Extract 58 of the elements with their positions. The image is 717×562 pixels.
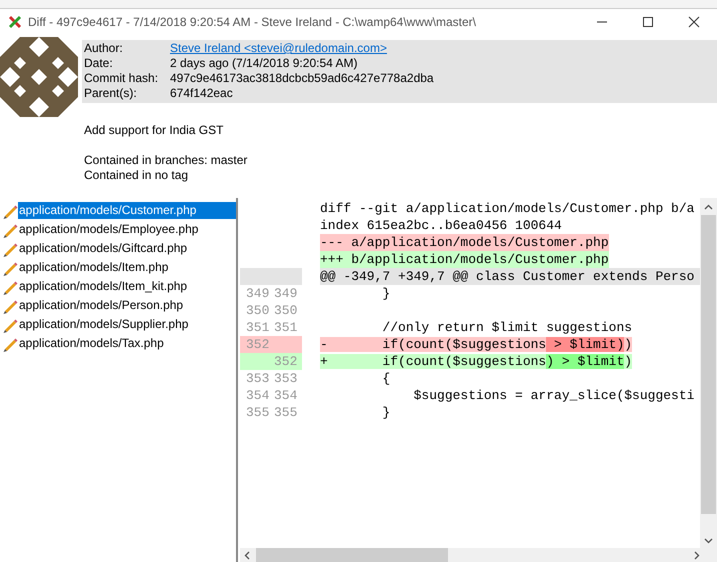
line-number: 354 (246, 387, 270, 404)
line-number: 349 (274, 285, 298, 302)
line-number: 350 (246, 302, 270, 319)
code-line: } (381, 285, 390, 302)
field-label: Author: (84, 41, 124, 56)
field-value: 2 days ago (7/14/2018 9:20:54 AM) (170, 56, 358, 71)
pencil-icon (2, 278, 18, 294)
file-item[interactable]: application/models/Supplier.php (18, 316, 190, 333)
code-line: - if(count($suggestions > $limit)) (320, 336, 632, 353)
file-item[interactable]: application/models/Giftcard.php (18, 240, 190, 257)
file-item[interactable]: application/models/Customer.php (18, 202, 236, 219)
pencil-icon (2, 202, 18, 218)
code-line: //only return $limit suggestions (381, 319, 632, 336)
field-value: 674f142eac (170, 86, 234, 101)
line-number: 354 (274, 387, 298, 404)
field-value: 497c9e46173ac3818dcbcb59ad6c427e778a2dba (170, 71, 435, 86)
line-number: 351 (274, 319, 298, 336)
window-title: Diff - 497c9e4617 - 7/14/2018 9:20:54 AM - Steve Ireland - C:\wamp64\www\master\ (28, 14, 476, 28)
app-icon (8, 14, 22, 28)
pencil-icon (2, 298, 18, 314)
line-number: 350 (274, 302, 298, 319)
pencil-icon (2, 316, 18, 332)
line-number: 355 (274, 404, 298, 421)
code-line: @@ -349,7 +349,7 @@ class Customer extends Perso (320, 268, 694, 285)
code-line: } (381, 404, 390, 421)
file-item[interactable]: application/models/Person.php (18, 297, 186, 314)
field-label: Commit hash: (84, 71, 160, 86)
code-line: index 615ea2bc..b6ea0456 100644 (320, 217, 562, 234)
file-item[interactable]: application/models/Employee.php (18, 221, 200, 238)
vertical-scrollbar[interactable] (700, 198, 717, 548)
code-line: + if(count($suggestions) > $limit) (320, 353, 632, 370)
field-label: Date: (84, 56, 114, 71)
line-number: 352 (274, 353, 298, 370)
branches-text: Contained in branches: master (84, 153, 248, 168)
author-link[interactable]: Steve Ireland <stevei@ruledomain.com> (170, 41, 717, 56)
file-item[interactable]: application/models/Tax.php (18, 335, 166, 352)
commit-message: Add support for India GST (84, 123, 224, 138)
line-number: 352 (246, 336, 270, 353)
code-line: diff --git a/application/models/Customer.php b/a (320, 200, 694, 217)
maximize-icon[interactable] (642, 16, 654, 28)
line-number: 355 (246, 404, 270, 421)
line-number: 353 (246, 370, 270, 387)
pencil-icon (2, 240, 18, 256)
line-number: 349 (246, 285, 270, 302)
pencil-icon (2, 336, 18, 352)
code-line: $suggestions = array_slice($suggesti (412, 387, 694, 404)
pencil-icon (2, 260, 18, 276)
pencil-icon (2, 222, 18, 238)
horizontal-scrollbar[interactable] (240, 548, 717, 562)
field-label: Parent(s): (84, 86, 138, 101)
file-item[interactable]: application/models/Item_kit.php (18, 278, 190, 295)
file-item[interactable]: application/models/Item.php (18, 259, 170, 276)
line-number: 353 (274, 370, 298, 387)
code-line: { (381, 370, 390, 387)
close-icon[interactable] (688, 16, 700, 28)
gutter-background (240, 268, 302, 285)
line-number: 351 (246, 319, 270, 336)
tags-text: Contained in no tag (84, 168, 188, 183)
